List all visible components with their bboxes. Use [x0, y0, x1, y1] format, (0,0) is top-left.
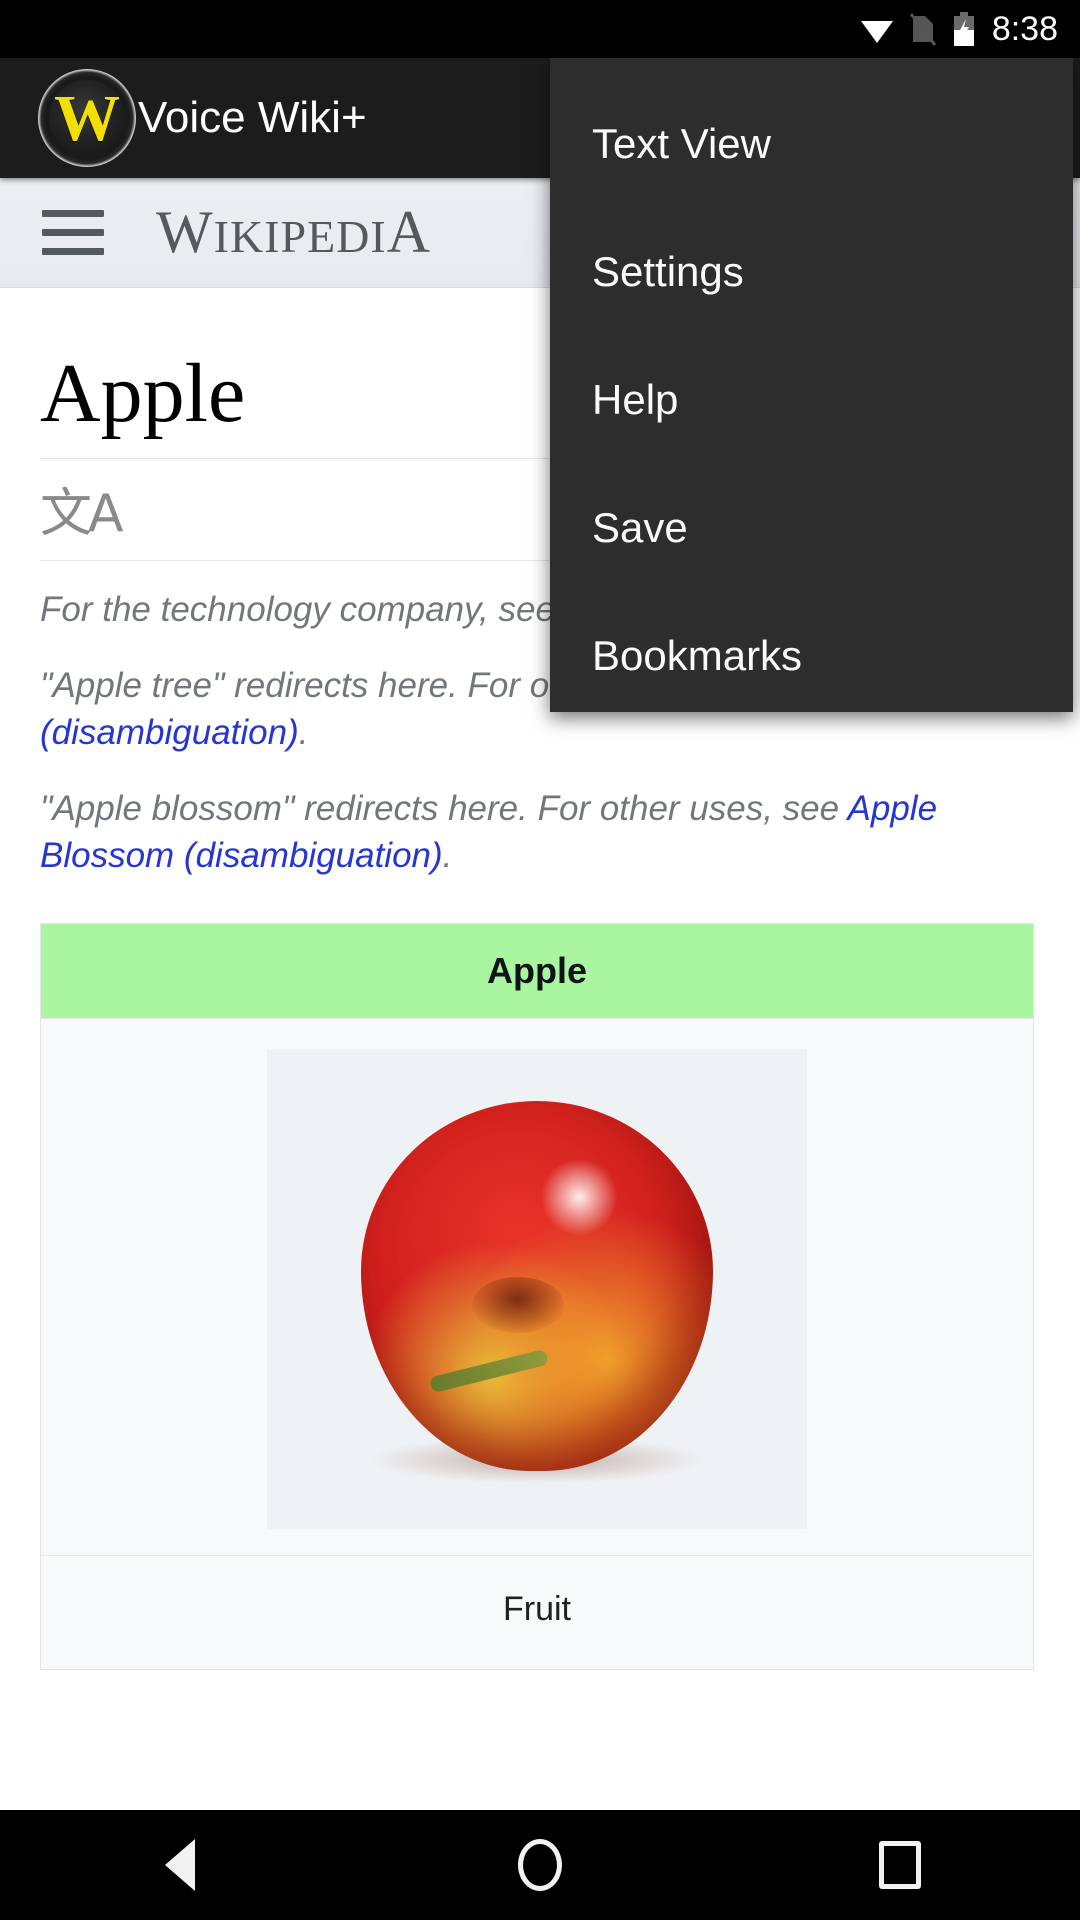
- nav-back-button[interactable]: [90, 1810, 270, 1920]
- back-icon: [165, 1839, 195, 1891]
- app-logo-letter: W: [54, 82, 120, 155]
- menu-item-label: Help: [592, 376, 679, 423]
- apple-photo-image: [267, 1049, 807, 1530]
- status-bar: 8:38: [0, 0, 1080, 58]
- menu-item-label: Bookmarks: [592, 632, 803, 679]
- wifi-icon: [860, 14, 894, 44]
- android-nav-bar: [0, 1810, 1080, 1920]
- infobox: Apple Fruit: [40, 923, 1034, 1671]
- hamburger-icon[interactable]: [42, 210, 104, 255]
- no-sim-icon: [909, 12, 936, 46]
- wordmark-last: A: [386, 199, 432, 265]
- home-icon: [518, 1839, 562, 1891]
- menu-item-label: Text View: [592, 120, 771, 167]
- recents-icon: [879, 1841, 921, 1889]
- menu-item-text-view[interactable]: Text View: [550, 80, 1073, 208]
- status-bar-clock: 8:38: [991, 10, 1058, 48]
- infobox-caption: Fruit: [503, 1590, 571, 1629]
- wordmark-cap: W: [156, 199, 214, 265]
- hatnote-text: .: [442, 835, 453, 875]
- infobox-title: Apple: [41, 924, 1033, 1020]
- menu-item-save[interactable]: Save: [550, 464, 1073, 592]
- menu-item-bookmarks[interactable]: Bookmarks: [550, 592, 1073, 720]
- infobox-image-wrap: [41, 1019, 1033, 1557]
- nav-home-button[interactable]: [450, 1810, 630, 1920]
- menu-item-label: Settings: [592, 248, 744, 295]
- hatnote: "Apple blossom" redirects here. For othe…: [40, 786, 1040, 879]
- phone-screen: 8:38 W Voice Wiki+ WIKIPEDIA Apple 文A Fo…: [0, 0, 1080, 1920]
- menu-item-settings[interactable]: Settings: [550, 208, 1073, 336]
- nav-recents-button[interactable]: [810, 1810, 990, 1920]
- hatnote-text: .: [298, 712, 309, 752]
- overflow-menu[interactable]: Text View Settings Help Save Bookmarks: [550, 58, 1073, 712]
- wordmark-mid: IKIPEDI: [213, 211, 387, 262]
- menu-item-label: Save: [592, 504, 688, 551]
- menu-item-help[interactable]: Help: [550, 336, 1073, 464]
- app-title: Voice Wiki+: [138, 93, 367, 142]
- wikipedia-wordmark[interactable]: WIKIPEDIA: [156, 198, 431, 267]
- app-logo-icon: W: [38, 69, 136, 167]
- hatnote-text: "Apple blossom" redirects here. For othe…: [40, 789, 848, 829]
- hatnote-text: For the technology company, see: [40, 589, 564, 629]
- battery-charging-icon: [952, 12, 976, 46]
- status-bar-icons: [860, 12, 976, 46]
